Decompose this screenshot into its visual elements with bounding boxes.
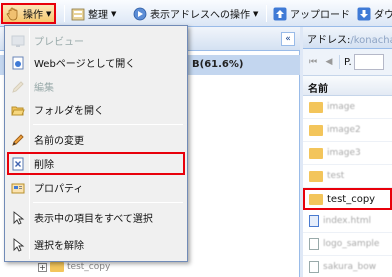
file-row[interactable]: index.html bbox=[303, 210, 392, 233]
menu-item-properties[interactable]: プロパティ bbox=[7, 176, 185, 199]
upload-label: アップロード bbox=[290, 10, 350, 21]
address-actions-label: 表示アドレスへの操作 bbox=[150, 10, 250, 21]
file-name: image2 bbox=[327, 125, 361, 135]
menu-item-select-all[interactable]: 表示中の項目をすべて選択 bbox=[7, 206, 185, 229]
actions-menu-label: 操作 bbox=[23, 10, 43, 21]
column-header-name[interactable]: 名前 bbox=[303, 76, 392, 96]
menu-item-edit[interactable]: 編集 bbox=[7, 75, 185, 98]
file-list-panel: アドレス:/konacha ⏮ ◀ P. 名前 image image2 image… bbox=[303, 27, 392, 277]
file-name: image bbox=[327, 102, 356, 112]
file-list: image image2 image3 test test_copy index.html… bbox=[303, 96, 392, 277]
tree-node-label: test_copy bbox=[67, 262, 111, 272]
file-name: test_copy bbox=[327, 193, 376, 205]
delete-icon bbox=[12, 157, 24, 170]
file-name: logo_sample bbox=[323, 239, 380, 249]
file-row[interactable]: logo_sample bbox=[303, 233, 392, 256]
file-row[interactable]: image2 bbox=[303, 119, 392, 142]
select-all-icon bbox=[13, 210, 25, 225]
menu-item-open-as-web-page[interactable]: Webページとして開く bbox=[7, 51, 185, 74]
file-icon bbox=[309, 261, 319, 273]
file-row[interactable]: image3 bbox=[303, 142, 392, 165]
organize-menu-label: 整理 bbox=[88, 10, 108, 21]
organize-menu-button[interactable]: 整理 ▼ bbox=[68, 3, 119, 24]
address-bar: アドレス:/konacha bbox=[303, 27, 392, 49]
menu-item-deselect[interactable]: 選択を解除 bbox=[7, 233, 185, 256]
address-actions-menu-button[interactable]: 表示アドレスへの操作 ▼ bbox=[130, 3, 261, 24]
file-name: sakura_bow bbox=[323, 262, 377, 272]
menu-item-label: Webページとして開く bbox=[34, 59, 136, 70]
menu-item-label: 選択を解除 bbox=[34, 241, 84, 252]
menu-item-delete[interactable]: 削除 bbox=[7, 152, 185, 175]
properties-icon bbox=[11, 183, 25, 193]
play-icon bbox=[133, 7, 147, 20]
toolbar-divider bbox=[266, 5, 267, 22]
file-icon bbox=[309, 238, 319, 250]
folder-icon bbox=[50, 262, 64, 272]
file-name: index.html bbox=[323, 216, 371, 226]
file-icon bbox=[309, 215, 319, 227]
menu-item-preview[interactable]: プレビュー bbox=[7, 29, 185, 52]
actions-dropdown-menu: プレビュー Webページとして開く 編集フォルダを開く 名前の変更削除プロパティ表示中… bbox=[4, 25, 188, 262]
menu-item-label: 編集 bbox=[34, 83, 54, 94]
pagination-bar: ⏮ ◀ P. bbox=[303, 49, 392, 76]
menu-separator bbox=[33, 124, 183, 125]
menu-item-label: 削除 bbox=[34, 160, 54, 171]
folder-icon bbox=[309, 147, 323, 159]
address-label: アドレス: bbox=[307, 35, 351, 46]
menu-item-rename[interactable]: 名前の変更 bbox=[7, 128, 185, 151]
address-value: /konacha bbox=[350, 35, 392, 46]
upload-button[interactable]: アップロード bbox=[270, 3, 353, 24]
menu-item-label: 名前の変更 bbox=[34, 136, 84, 147]
rename-icon bbox=[12, 133, 24, 146]
toolbar-divider bbox=[64, 5, 65, 22]
file-row[interactable]: test bbox=[303, 165, 392, 188]
download-icon bbox=[357, 7, 371, 20]
hand-icon bbox=[6, 7, 18, 20]
prev-page-icon[interactable]: ◀ bbox=[323, 56, 335, 68]
open-folder-icon bbox=[11, 106, 25, 115]
toolbar: 操作 ▼ 整理 ▼ 表示アドレスへの操作 ▼ アップロード ダウ bbox=[0, 0, 392, 27]
file-row[interactable]: test_copy bbox=[303, 188, 392, 210]
actions-menu-button[interactable]: 操作 ▼ bbox=[1, 3, 57, 24]
chevron-down-icon: ▼ bbox=[46, 9, 52, 18]
file-name: test bbox=[327, 171, 345, 181]
menu-separator bbox=[33, 202, 183, 203]
expand-icon[interactable]: + bbox=[38, 262, 47, 272]
menu-item-open-folder[interactable]: フォルダを開く bbox=[7, 98, 185, 121]
preview-icon bbox=[11, 35, 25, 47]
menu-item-label: プロパティ bbox=[34, 184, 84, 195]
first-page-icon[interactable]: ⏮ bbox=[307, 56, 319, 68]
menu-item-label: プレビュー bbox=[34, 37, 84, 48]
folder-icon bbox=[309, 101, 323, 113]
file-row[interactable]: image bbox=[303, 96, 392, 119]
page-field: P. bbox=[344, 54, 384, 70]
file-row[interactable]: sakura_bow bbox=[303, 256, 392, 277]
page-number-input[interactable] bbox=[353, 54, 384, 70]
menu-item-label: フォルダを開く bbox=[34, 106, 104, 117]
collapse-panel-button[interactable]: « bbox=[281, 32, 295, 46]
folder-icon bbox=[309, 193, 323, 205]
page-prefix: P. bbox=[344, 56, 352, 68]
menu-item-label: 表示中の項目をすべて選択 bbox=[34, 214, 153, 225]
deselect-icon bbox=[13, 237, 25, 252]
organize-icon bbox=[71, 8, 85, 20]
folder-icon bbox=[309, 170, 323, 182]
chevron-down-icon: ▼ bbox=[111, 9, 117, 18]
download-button[interactable]: ダウ bbox=[354, 3, 392, 24]
tree-node[interactable]: + test_copy bbox=[38, 262, 110, 272]
pager-divider bbox=[339, 55, 340, 69]
web-page-icon bbox=[12, 56, 24, 69]
chevron-down-icon: ▼ bbox=[253, 9, 259, 18]
folder-icon bbox=[309, 124, 323, 136]
file-name: image3 bbox=[327, 148, 361, 158]
upload-icon bbox=[273, 7, 287, 20]
download-label: ダウ bbox=[374, 10, 392, 21]
edit-icon bbox=[12, 80, 24, 93]
